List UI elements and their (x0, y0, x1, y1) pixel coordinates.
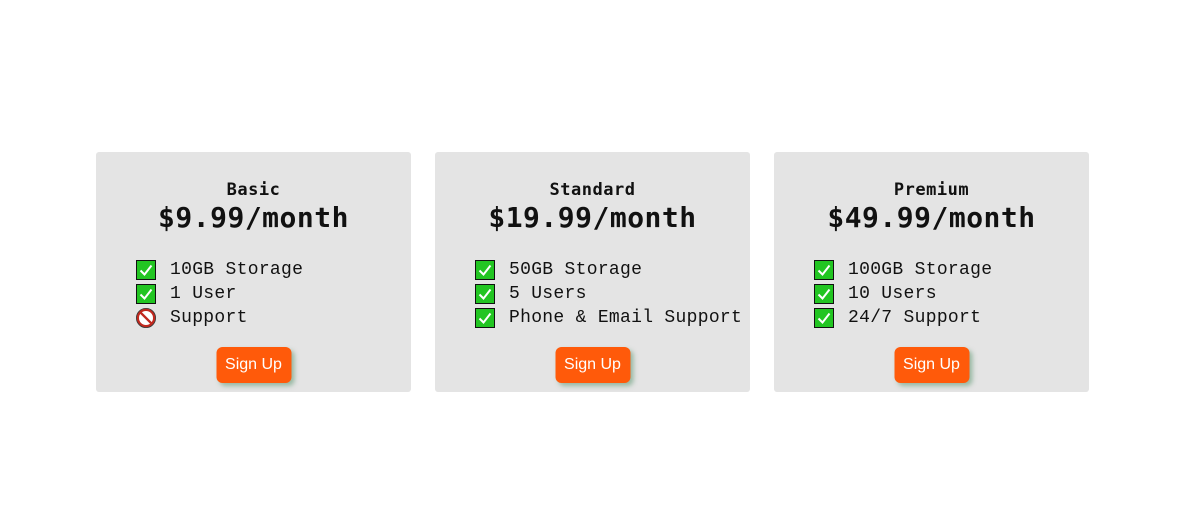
prohibited-icon (136, 308, 156, 328)
feature-item: 1 User (136, 282, 303, 306)
check-icon (136, 284, 156, 304)
feature-label: 10 Users (848, 284, 937, 304)
feature-item: 10GB Storage (136, 258, 303, 282)
feature-label: 100GB Storage (848, 260, 993, 280)
feature-label: Support (170, 308, 248, 328)
feature-label: 1 User (170, 284, 237, 304)
feature-label: 50GB Storage (509, 260, 643, 280)
sign-up-button[interactable]: Sign Up (894, 347, 969, 383)
feature-item: 24/7 Support (814, 306, 992, 330)
check-icon (814, 284, 834, 304)
feature-label: Phone & Email Support (509, 308, 743, 328)
feature-label: 10GB Storage (170, 260, 304, 280)
check-icon (136, 260, 156, 280)
feature-item: Support (136, 306, 303, 330)
plan-name: Basic (226, 180, 281, 200)
feature-item: 5 Users (475, 282, 742, 306)
plan-price: $19.99/month (488, 201, 697, 234)
feature-item: 10 Users (814, 282, 992, 306)
check-icon (814, 260, 834, 280)
feature-label: 24/7 Support (848, 308, 982, 328)
feature-item: 50GB Storage (475, 258, 742, 282)
check-icon (475, 284, 495, 304)
feature-item: Phone & Email Support (475, 306, 742, 330)
plan-card-premium: Premium $49.99/month 100GB Storage 10 Us… (774, 152, 1089, 392)
plan-price: $9.99/month (158, 201, 349, 234)
check-icon (475, 260, 495, 280)
plan-name: Standard (549, 180, 636, 200)
feature-item: 100GB Storage (814, 258, 992, 282)
plan-card-standard: Standard $19.99/month 50GB Storage 5 Use… (435, 152, 750, 392)
feature-list: 50GB Storage 5 Users Phone & Email Suppo… (435, 258, 742, 330)
plan-price: $49.99/month (827, 201, 1036, 234)
plan-name: Premium (893, 180, 970, 200)
sign-up-button[interactable]: Sign Up (555, 347, 630, 383)
plan-card-basic: Basic $9.99/month 10GB Storage 1 User Su… (96, 152, 411, 392)
feature-list: 10GB Storage 1 User Support (96, 258, 303, 330)
check-icon (475, 308, 495, 328)
feature-list: 100GB Storage 10 Users 24/7 Support (774, 258, 992, 330)
pricing-plans: Basic $9.99/month 10GB Storage 1 User Su… (96, 152, 1089, 392)
feature-label: 5 Users (509, 284, 587, 304)
check-icon (814, 308, 834, 328)
sign-up-button[interactable]: Sign Up (216, 347, 291, 383)
